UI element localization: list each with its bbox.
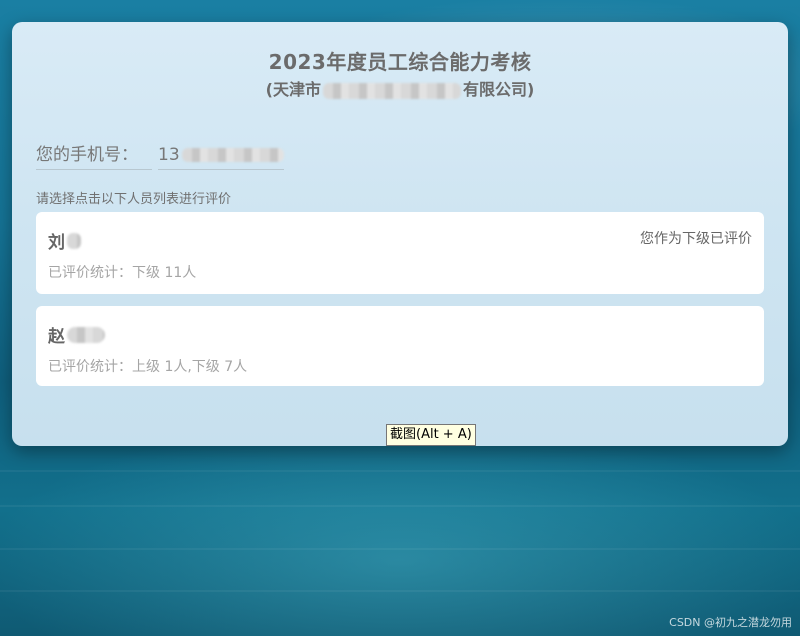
phone-label: 您的手机号： [36,140,152,170]
redacted-name [67,232,81,249]
screenshot-tooltip: 截图(Alt + A) [386,424,476,446]
phone-value-prefix: 13 [158,145,180,165]
subtitle-suffix: 有限公司) [463,80,535,99]
person-name: 赵 [48,322,105,347]
person-name-text: 刘 [48,233,65,253]
person-name: 刘 [48,228,81,253]
subtitle-prefix: (天津市 [265,80,321,99]
person-name-text: 赵 [48,327,65,347]
redacted-company-name [323,82,461,99]
evaluation-stats: 已评价统计：上级 1人,下级 7人 [48,359,248,375]
evaluation-panel: 2023年度员工综合能力考核 (天津市 有限公司) 您的手机号： 13 请选择点击… [12,22,788,446]
evaluation-status: 您作为下级已评价 [640,231,752,247]
redacted-phone-digits [181,148,284,162]
company-subtitle: (天津市 有限公司) [12,76,788,100]
watermark: CSDN @初九之潜龙勿用 [669,616,792,629]
evaluation-stats: 已评价统计：下级 11人 [48,265,197,281]
phone-row: 您的手机号： 13 [36,140,284,170]
phone-value: 13 [158,145,284,170]
person-card[interactable]: 刘 您作为下级已评价 已评价统计：下级 11人 [36,212,764,294]
redacted-name [67,326,105,343]
page-title: 2023年度员工综合能力考核 [268,50,532,74]
select-hint: 请选择点击以下人员列表进行评价 [36,192,232,207]
person-card[interactable]: 赵 已评价统计：上级 1人,下级 7人 [36,306,764,386]
